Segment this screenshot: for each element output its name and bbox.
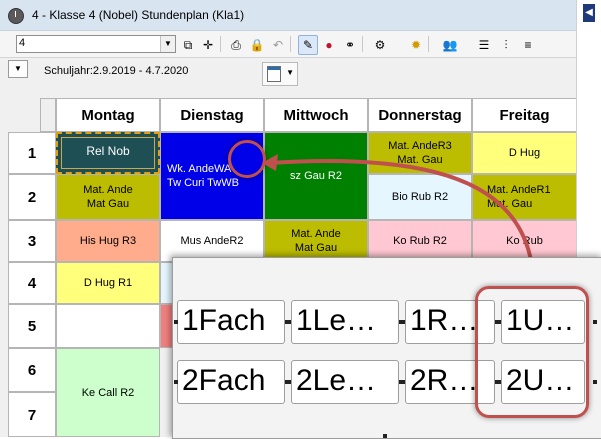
toolbar-separator	[428, 36, 429, 52]
lesson-text: Mat. AndeR1	[487, 184, 551, 196]
day-header-freitag: Freitag	[472, 98, 577, 132]
lesson-cell[interactable]: Ke Call R2	[56, 348, 160, 437]
grid-corner	[40, 98, 56, 132]
lesson-cell[interactable]: Mat. Ande Mat Gau	[56, 174, 160, 220]
period-header-6: 6	[8, 348, 56, 392]
title-bar: 4 - Klasse 4 (Nobel) Stundenplan (Kla1)	[0, 0, 577, 31]
lesson-text: Mat. Gau	[397, 154, 443, 166]
lesson-text: Mus AndeR2	[180, 235, 244, 247]
lesson-text: Mat. Ande	[83, 184, 133, 196]
format-field-subject-1[interactable]: 1Fach	[177, 300, 285, 344]
settings-icon[interactable]: ⚙	[370, 35, 390, 55]
lesson-cell[interactable]: Mat. Ande Mat Gau	[264, 220, 368, 262]
day-header-donnerstag: Donnerstag	[368, 98, 472, 132]
lesson-text: Ko Rub R2	[393, 235, 447, 247]
field-handle	[593, 380, 597, 384]
field-connector	[285, 320, 291, 324]
info-bar: ▼ Schuljahr:2.9.2019 - 4.7.2020 ▼	[0, 58, 577, 88]
lesson-cell[interactable]: D Hug	[472, 132, 577, 174]
collapse-panel-button[interactable]: ◀	[583, 4, 595, 22]
toolbar-separator	[220, 36, 221, 52]
lesson-cell[interactable]: His Hug R3	[56, 220, 160, 262]
undo-icon[interactable]: ↶	[268, 35, 288, 55]
users-icon[interactable]: 👥	[440, 35, 460, 55]
calendar-icon	[267, 66, 281, 82]
clock-icon	[8, 8, 24, 24]
lesson-cell[interactable]: Ko Rub	[472, 220, 577, 262]
lesson-text: Mat Gau	[86, 198, 130, 210]
list-icon[interactable]: ☰	[474, 35, 494, 55]
period-header-2: 2	[8, 174, 56, 220]
school-year-label: Schuljahr:2.9.2019 - 4.7.2020	[44, 65, 189, 77]
connect-icon[interactable]: ⚭	[340, 35, 360, 55]
day-header-mittwoch: Mittwoch	[264, 98, 368, 132]
chevron-down-icon[interactable]: ▼	[160, 36, 175, 52]
lesson-cell[interactable]: D Hug R1	[56, 262, 160, 304]
chevron-down-icon: ▼	[286, 68, 294, 77]
edit-icon[interactable]: ✎	[298, 35, 318, 55]
period-header-7: 7	[8, 392, 56, 437]
lesson-text: His Hug R3	[79, 235, 137, 247]
window-title: 4 - Klasse 4 (Nobel) Stundenplan (Kla1)	[32, 8, 245, 22]
lock-icon[interactable]: 🔒	[247, 35, 267, 55]
format-field-teacher-1[interactable]: 1Le…	[291, 300, 399, 344]
class-select[interactable]: 4 ▼	[16, 35, 176, 53]
field-handle	[174, 320, 178, 324]
menu-icon[interactable]: ≡	[518, 35, 538, 55]
lesson-cell[interactable]: Mat. AndeR3 Mat. Gau	[368, 132, 472, 174]
lesson-text: Ke Call R2	[81, 386, 135, 399]
print-icon[interactable]: ⎙	[226, 35, 246, 55]
lesson-text: Mat. Gau	[487, 198, 533, 210]
lesson-cell[interactable]: Mat. AndeR1 Mat. Gau	[472, 174, 577, 220]
field-connector	[399, 380, 405, 384]
columns-icon[interactable]: ⫶	[496, 35, 516, 55]
toolbar-separator	[290, 36, 291, 52]
lesson-text: Wk. AndeWA	[167, 163, 232, 175]
format-field-subject-2[interactable]: 2Fach	[177, 360, 285, 404]
lesson-text: Tw Curi TwWB	[167, 177, 239, 189]
field-connector	[285, 380, 291, 384]
highlight-box	[475, 286, 589, 418]
cell-format-zoom: 1Fach 1Le… 1R… 1U… 2Fach 2Le… 2R… 2U…	[172, 257, 601, 439]
color-icon[interactable]: ●	[319, 35, 339, 55]
selection-inner-border	[61, 137, 155, 169]
period-header-4: 4	[8, 262, 56, 304]
class-select-value: 4	[19, 37, 26, 49]
lesson-cell[interactable]: Bio Rub R2	[368, 174, 472, 220]
period-header-5: 5	[8, 304, 56, 348]
field-handle	[383, 434, 387, 438]
toolbar: 4 ▼ ⧉ ✛ ⎙ 🔒 ↶ ✎ ● ⚭ ⚙ ✹ 👥 ☰ ⫶ ≡	[0, 31, 577, 58]
lesson-cell[interactable]: Mus AndeR2	[160, 220, 264, 262]
calendar-button[interactable]: ▼	[262, 62, 298, 86]
selected-lesson-cell[interactable]: Rel Nob	[56, 132, 160, 174]
lesson-cell[interactable]: Ko Rub R2	[368, 220, 472, 262]
lesson-text: sz Gau R2	[290, 170, 342, 182]
format-field-teacher-2[interactable]: 2Le…	[291, 360, 399, 404]
nav-grid-icon[interactable]: ✛	[198, 35, 218, 55]
day-header-dienstag: Dienstag	[160, 98, 264, 132]
lesson-cell-empty[interactable]	[56, 304, 160, 348]
period-header-3: 3	[8, 220, 56, 262]
field-handle	[593, 320, 597, 324]
field-handle	[174, 380, 178, 384]
lesson-text: Mat. Ande	[291, 228, 341, 240]
lesson-text: D Hug	[508, 147, 541, 159]
field-connector	[399, 320, 405, 324]
gear-icon[interactable]: ✹	[406, 35, 426, 55]
nav-first-icon[interactable]: ⧉	[178, 35, 198, 55]
lesson-text: Mat Gau	[294, 242, 338, 254]
lesson-cell[interactable]: sz Gau R2	[264, 132, 368, 220]
lesson-text: D Hug R1	[83, 277, 133, 289]
toolbar-separator	[362, 36, 363, 52]
lesson-text: Ko Rub	[506, 235, 543, 247]
day-header-montag: Montag	[56, 98, 160, 132]
period-header-1: 1	[8, 132, 56, 174]
highlight-circle	[228, 140, 266, 178]
lesson-text: Bio Rub R2	[391, 191, 449, 203]
chevron-down-icon[interactable]: ▼	[8, 60, 28, 78]
lesson-text: Mat. AndeR3	[388, 140, 452, 152]
